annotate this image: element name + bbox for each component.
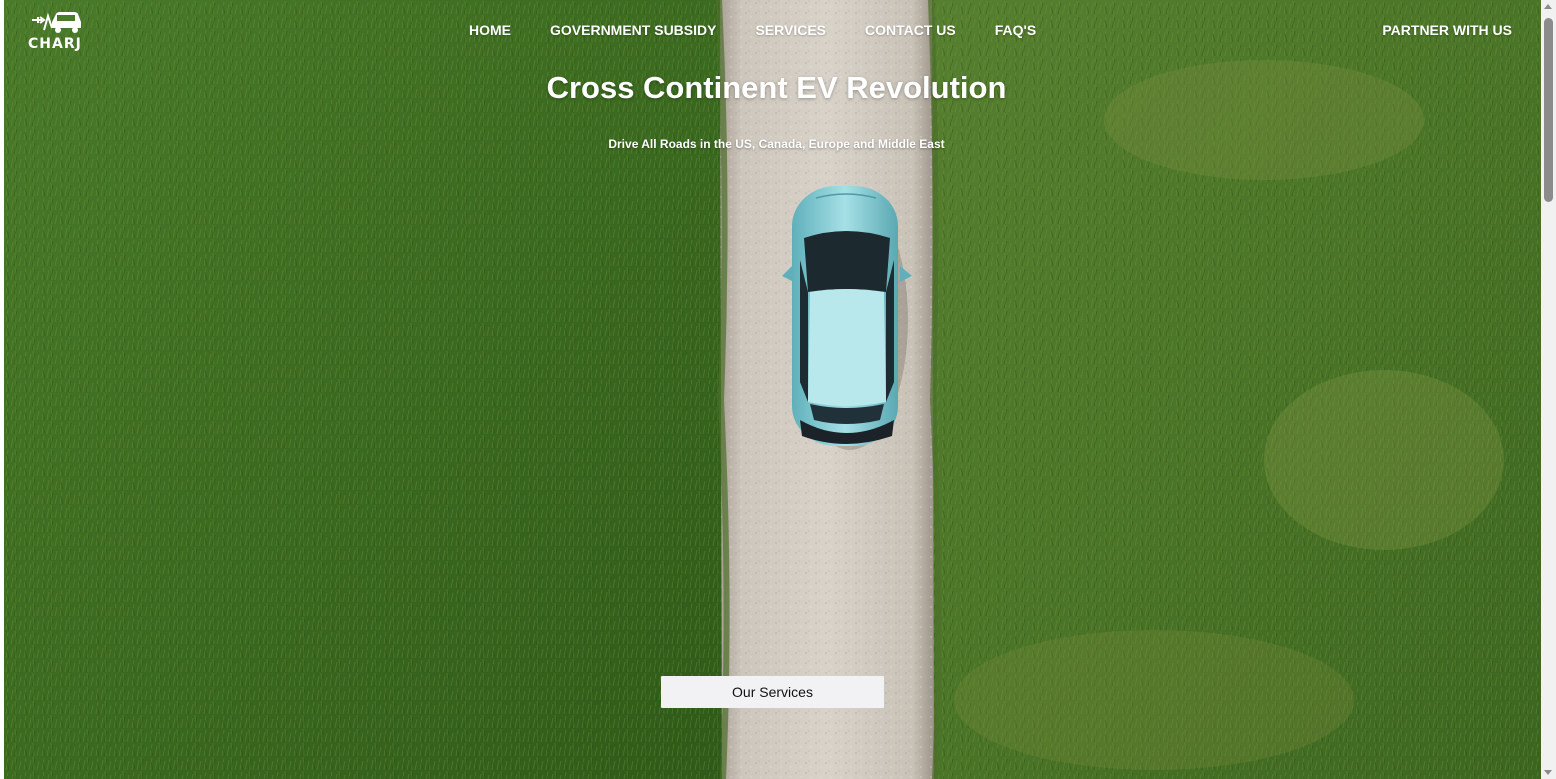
brand-logo[interactable]: CHARJ [26, 8, 86, 54]
nav-contact-us[interactable]: CONTACT US [865, 22, 956, 38]
top-navigation: CHARJ HOME GOVERNMENT SUBSIDY SERVICES C… [4, 0, 1541, 62]
car [782, 186, 912, 446]
hero-subtitle: Drive All Roads in the US, Canada, Europ… [608, 137, 945, 151]
page: CHARJ HOME GOVERNMENT SUBSIDY SERVICES C… [0, 0, 1556, 779]
scroll-up-arrow-icon[interactable] [1544, 4, 1552, 9]
hero-background-image [4, 0, 1541, 779]
nav-partner-with-us[interactable]: PARTNER WITH US [1382, 22, 1512, 38]
vertical-scrollbar[interactable] [1541, 0, 1556, 779]
scroll-down-arrow-icon[interactable] [1544, 770, 1552, 775]
nav-faqs[interactable]: FAQ'S [995, 22, 1036, 38]
our-services-button[interactable]: Our Services [661, 676, 884, 708]
nav-home[interactable]: HOME [469, 22, 511, 38]
nav-government-subsidy[interactable]: GOVERNMENT SUBSIDY [550, 22, 716, 38]
main-nav: HOME GOVERNMENT SUBSIDY SERVICES CONTACT… [469, 22, 1075, 38]
scrollbar-thumb[interactable] [1544, 18, 1553, 202]
hero-section: CHARJ HOME GOVERNMENT SUBSIDY SERVICES C… [4, 0, 1541, 779]
brand-logo-text: CHARJ [28, 36, 82, 52]
hero-title: Cross Continent EV Revolution [546, 70, 1007, 105]
nav-services[interactable]: SERVICES [755, 22, 826, 38]
ev-charging-car-icon [32, 12, 81, 33]
